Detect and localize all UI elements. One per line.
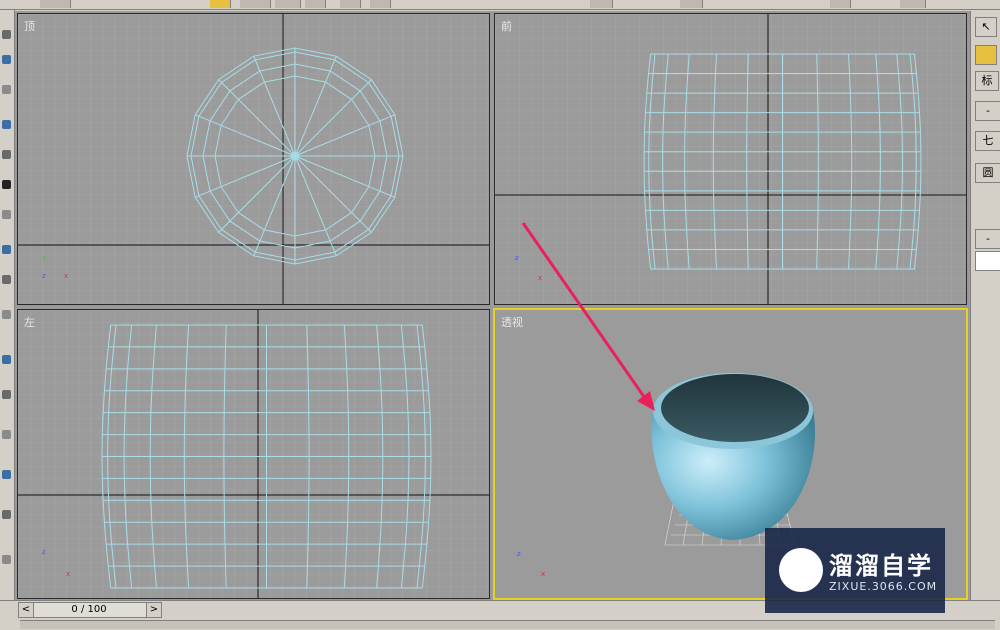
tool-icon[interactable] [2, 510, 11, 519]
tool-icon[interactable] [2, 120, 11, 129]
toolbar-button-material[interactable] [680, 0, 703, 8]
toolbar-button-undo[interactable] [40, 0, 71, 8]
toolbar-button-select[interactable] [210, 0, 231, 8]
viewport-area: 顶 y z x 前 z x 左 z x 透视 z x [15, 11, 970, 601]
watermark-subtitle: ZIXUE.3066.COM [829, 580, 938, 593]
annotation-arrow [521, 222, 655, 411]
panel-tab[interactable]: 标 [975, 71, 999, 91]
left-tool-strip [0, 10, 15, 600]
toolbar-button-rotate[interactable] [275, 0, 301, 8]
tool-icon[interactable] [2, 210, 11, 219]
rollout-collapse-button-2[interactable]: - [975, 229, 1000, 249]
tool-icon[interactable] [2, 150, 11, 159]
frame-display: 0 / 100 [71, 604, 107, 615]
tool-icon[interactable] [2, 180, 11, 189]
time-next-button[interactable]: > [146, 603, 161, 617]
panel-cursor-button[interactable]: ↖ [975, 17, 997, 37]
timeline-track[interactable] [20, 620, 995, 629]
toolbar-button-scale[interactable] [305, 0, 326, 8]
toolbar-button-curve[interactable] [590, 0, 613, 8]
watermark-title: 溜溜自学 [829, 552, 933, 580]
tool-icon[interactable] [2, 30, 11, 39]
tool-icon[interactable] [2, 430, 11, 439]
rollout-collapse-button[interactable]: - [975, 101, 1000, 121]
toolbar-button-mirror[interactable] [340, 0, 361, 8]
tool-icon[interactable] [2, 470, 11, 479]
panel-input[interactable] [975, 251, 1000, 271]
tool-icon[interactable] [2, 390, 11, 399]
watermark: 溜溜自学 ZIXUE.3066.COM [765, 528, 945, 613]
toolbar-button-render[interactable] [830, 0, 851, 8]
panel-button-1[interactable]: 七 [975, 131, 1000, 151]
toolbar-button-align[interactable] [370, 0, 391, 8]
main-toolbar [0, 0, 1000, 10]
command-panel: ↖ 标 - 七 圆 - [970, 11, 1000, 611]
panel-create-button[interactable] [975, 45, 997, 65]
toolbar-button-quick-render[interactable] [900, 0, 926, 8]
time-prev-button[interactable]: < [19, 603, 34, 617]
tool-icon[interactable] [2, 85, 11, 94]
time-slider[interactable]: < 0 / 100 > [18, 602, 162, 618]
watermark-logo-icon [779, 548, 823, 592]
toolbar-button-move[interactable] [240, 0, 271, 8]
tool-icon[interactable] [2, 555, 11, 564]
tool-icon[interactable] [2, 245, 11, 254]
tool-icon[interactable] [2, 355, 11, 364]
tool-icon[interactable] [2, 310, 11, 319]
panel-button-2[interactable]: 圆 [975, 163, 1000, 183]
tool-icon[interactable] [2, 55, 11, 64]
tool-icon[interactable] [2, 275, 11, 284]
